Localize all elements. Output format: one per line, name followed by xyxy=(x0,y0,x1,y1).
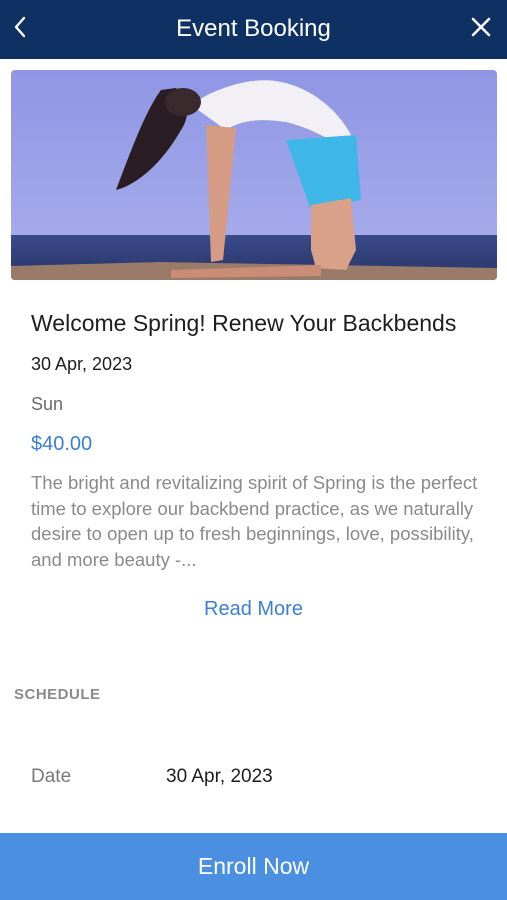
event-price: $40.00 xyxy=(31,433,93,455)
enroll-now-label: Enroll Now xyxy=(197,853,310,879)
read-more-link[interactable]: Read More xyxy=(0,598,507,621)
close-icon xyxy=(471,17,491,37)
event-date: 30 Apr, 2023 xyxy=(31,354,133,374)
schedule-heading: SCHEDULE xyxy=(14,686,101,703)
event-hero-image xyxy=(11,70,497,280)
enroll-now-button[interactable]: Enroll Now xyxy=(0,833,507,900)
schedule-date-value: 30 Apr, 2023 xyxy=(166,766,273,787)
event-description: The bright and revitalizing spirit of Sp… xyxy=(31,472,478,570)
schedule-date-label: Date xyxy=(31,766,72,787)
app-header: Event Booking xyxy=(0,0,507,59)
event-title: Welcome Spring! Renew Your Backbends xyxy=(31,310,457,336)
page-title: Event Booking xyxy=(176,15,331,42)
close-button[interactable] xyxy=(467,13,495,41)
event-day: Sun xyxy=(31,394,64,414)
